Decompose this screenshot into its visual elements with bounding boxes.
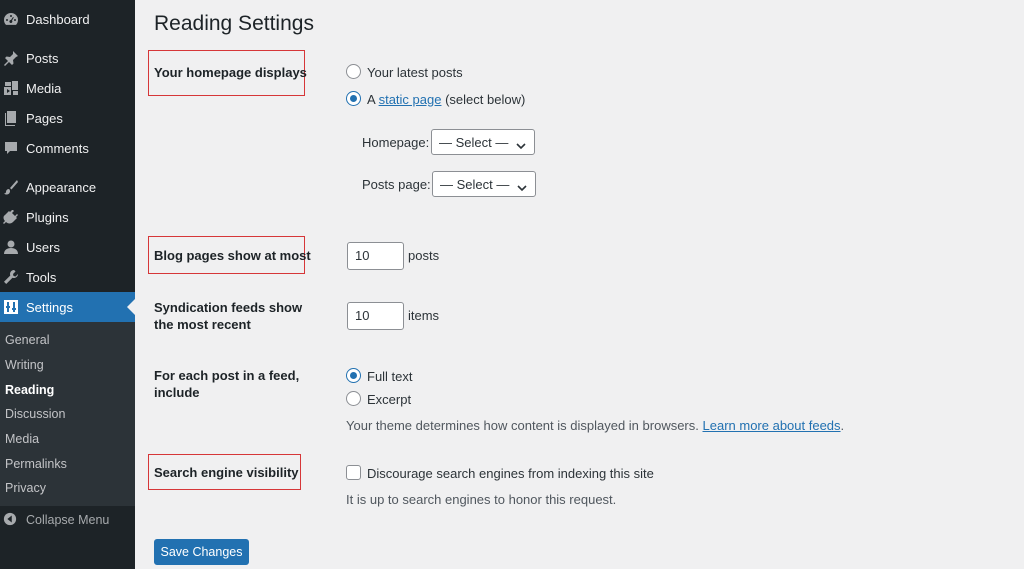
pin-icon	[3, 50, 19, 66]
homepage-select-value: — Select —	[439, 134, 509, 150]
sidebar-item-label: Users	[26, 239, 60, 255]
homepage-displays-label: Your homepage displays	[154, 65, 307, 80]
syndication-unit: items	[408, 308, 440, 323]
sidebar-item-label: Tools	[26, 269, 57, 285]
excerpt-label: Excerpt	[367, 392, 412, 407]
collapse-arrow-icon	[3, 512, 19, 528]
collapse-menu-button[interactable]: Collapse Menu	[0, 510, 109, 530]
submenu-item-general[interactable]: General	[5, 331, 49, 349]
media-icon	[3, 80, 19, 96]
blog-pages-unit: posts	[408, 248, 440, 263]
sidebar-item-settings[interactable]: Settings	[0, 292, 135, 322]
blog-pages-label: Blog pages show at most	[154, 248, 311, 263]
chevron-down-icon	[516, 138, 526, 150]
static-page-option: A static page (select below)	[367, 91, 525, 108]
sidebar-item-label: Comments	[26, 140, 89, 156]
active-indicator-arrow	[127, 299, 135, 315]
collapse-menu-label: Collapse Menu	[26, 513, 110, 527]
admin-sidebar: Dashboard Posts Media Pages Comments App…	[0, 0, 135, 569]
sidebar-item-dashboard[interactable]: Dashboard	[0, 4, 135, 34]
discourage-search-label: Discourage search engines from indexing …	[367, 466, 654, 481]
posts-page-select-label: Posts page:	[362, 177, 431, 192]
sidebar-item-tools[interactable]: Tools	[0, 262, 135, 292]
homepage-select-label: Homepage:	[362, 135, 430, 150]
sidebar-item-posts[interactable]: Posts	[0, 43, 135, 73]
dashboard-icon	[3, 11, 19, 27]
full-text-label: Full text	[367, 369, 413, 384]
sidebar-item-comments[interactable]: Comments	[0, 133, 135, 163]
static-page-suffix: (select below)	[445, 92, 526, 107]
submenu-item-media[interactable]: Media	[5, 430, 39, 448]
submenu-item-reading[interactable]: Reading	[5, 381, 54, 399]
radio-static-page[interactable]	[346, 91, 361, 106]
static-page-link[interactable]: static page	[379, 92, 442, 107]
latest-posts-label: Your latest posts	[367, 65, 463, 80]
plug-icon	[3, 209, 19, 225]
search-visibility-description: It is up to search engines to honor this…	[346, 492, 617, 507]
learn-more-feeds-link[interactable]: Learn more about feeds	[703, 418, 841, 433]
sidebar-item-label: Dashboard	[26, 11, 90, 27]
user-icon	[3, 239, 19, 255]
sidebar-item-users[interactable]: Users	[0, 232, 135, 262]
comment-icon	[3, 140, 19, 156]
chevron-down-icon	[517, 180, 527, 192]
feed-description-period: .	[840, 418, 845, 433]
pages-icon	[3, 110, 19, 126]
sidebar-item-plugins[interactable]: Plugins	[0, 202, 135, 232]
feed-description-text: Your theme determines how content is dis…	[346, 418, 699, 433]
posts-page-select-value: — Select —	[440, 176, 510, 192]
blog-pages-input[interactable]: 10	[347, 242, 404, 270]
homepage-select[interactable]: — Select —	[431, 129, 535, 155]
sidebar-item-pages[interactable]: Pages	[0, 103, 135, 133]
feed-description: Your theme determines how content is dis…	[346, 418, 844, 433]
sidebar-item-label: Pages	[26, 110, 63, 126]
save-changes-button[interactable]: Save Changes	[154, 539, 249, 565]
sidebar-item-appearance[interactable]: Appearance	[0, 172, 135, 202]
sidebar-item-label: Posts	[26, 50, 59, 66]
wrench-icon	[3, 269, 19, 285]
brush-icon	[3, 179, 19, 195]
syndication-input[interactable]: 10	[347, 302, 404, 330]
submenu-item-writing[interactable]: Writing	[5, 356, 44, 374]
radio-full-text[interactable]	[346, 368, 361, 383]
posts-page-select[interactable]: — Select —	[432, 171, 536, 197]
page-title: Reading Settings	[154, 12, 314, 35]
search-visibility-label: Search engine visibility	[154, 465, 299, 480]
settings-submenu: General Writing Reading Discussion Media…	[0, 322, 135, 506]
sidebar-item-label: Plugins	[26, 209, 69, 225]
submenu-item-privacy[interactable]: Privacy	[5, 479, 46, 497]
radio-excerpt[interactable]	[346, 391, 361, 406]
sidebar-item-media[interactable]: Media	[0, 73, 135, 103]
discourage-search-checkbox[interactable]	[346, 465, 361, 480]
feed-content-label: For each post in a feed, include	[154, 368, 300, 400]
radio-latest-posts[interactable]	[346, 64, 361, 79]
sidebar-item-label: Settings	[26, 299, 73, 315]
sidebar-item-label: Media	[26, 80, 62, 96]
static-page-prefix: A	[367, 92, 375, 107]
submenu-item-discussion[interactable]: Discussion	[5, 405, 65, 423]
settings-icon	[3, 299, 19, 315]
syndication-label: Syndication feeds show the most recent	[154, 300, 303, 332]
submenu-item-permalinks[interactable]: Permalinks	[5, 455, 67, 473]
sidebar-item-label: Appearance	[26, 179, 97, 195]
